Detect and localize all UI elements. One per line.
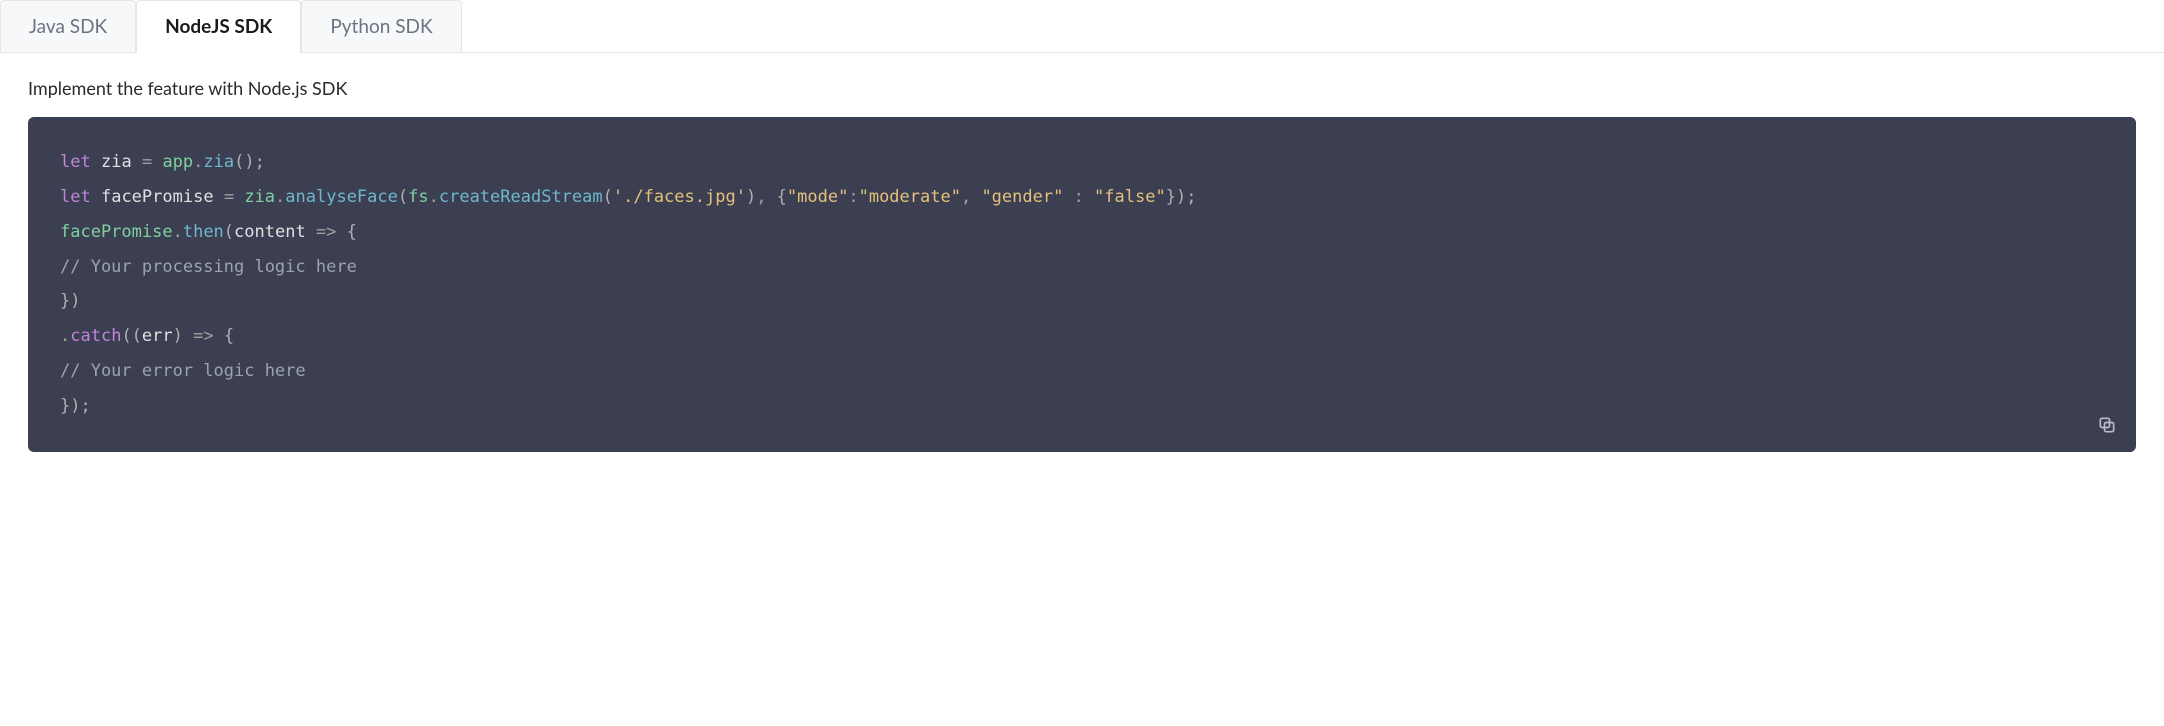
code-token: ); bbox=[1176, 187, 1196, 207]
code-token: => bbox=[183, 326, 224, 346]
code-token: . bbox=[173, 222, 183, 242]
code-token: ( bbox=[398, 187, 408, 207]
code-token: then bbox=[183, 222, 224, 242]
code-token: facePromise bbox=[101, 187, 214, 207]
code-token: zia bbox=[244, 187, 275, 207]
code-token: "moderate" bbox=[859, 187, 961, 207]
code-token: fs bbox=[408, 187, 428, 207]
tab-python-sdk[interactable]: Python SDK bbox=[301, 0, 461, 52]
code-token: (); bbox=[234, 152, 265, 172]
code-token: . bbox=[275, 187, 285, 207]
code-token: { bbox=[224, 326, 234, 346]
code-token: app bbox=[162, 152, 193, 172]
code-token: zia bbox=[101, 152, 132, 172]
code-token: } bbox=[1166, 187, 1176, 207]
code-token: . bbox=[193, 152, 203, 172]
code-token: ) bbox=[746, 187, 756, 207]
code-token: ( bbox=[224, 222, 234, 242]
code-token: => bbox=[306, 222, 347, 242]
code-token: './faces.jpg' bbox=[613, 187, 746, 207]
code-token: = bbox=[142, 152, 152, 172]
code-token: { bbox=[347, 222, 357, 242]
code-token: { bbox=[777, 187, 787, 207]
code-pre: let zia = app.zia(); let facePromise = z… bbox=[60, 145, 2104, 424]
code-token: err bbox=[142, 326, 173, 346]
code-token: , bbox=[961, 187, 981, 207]
code-token: ( bbox=[603, 187, 613, 207]
code-token: "mode" bbox=[787, 187, 848, 207]
code-token: ) bbox=[173, 326, 183, 346]
code-token: analyseFace bbox=[285, 187, 398, 207]
code-token: // Your error logic here bbox=[60, 361, 306, 381]
code-token: "gender" bbox=[981, 187, 1063, 207]
code-token: zia bbox=[203, 152, 234, 172]
code-token: (( bbox=[121, 326, 141, 346]
tab-nodejs-sdk[interactable]: NodeJS SDK bbox=[136, 0, 301, 53]
code-token: . bbox=[60, 326, 70, 346]
code-token: let bbox=[60, 152, 91, 172]
tab-java-sdk[interactable]: Java SDK bbox=[0, 0, 136, 52]
code-token: catch bbox=[70, 326, 121, 346]
code-token: // Your processing logic here bbox=[60, 257, 357, 277]
tab-content: Implement the feature with Node.js SDK l… bbox=[0, 53, 2164, 476]
code-token: . bbox=[429, 187, 439, 207]
code-token: : bbox=[1063, 187, 1094, 207]
code-token: }); bbox=[60, 396, 91, 416]
sdk-tabs: Java SDK NodeJS SDK Python SDK bbox=[0, 0, 2164, 53]
code-token: : bbox=[848, 187, 858, 207]
code-token: = bbox=[224, 187, 234, 207]
code-token: createReadStream bbox=[439, 187, 603, 207]
code-token: let bbox=[60, 187, 91, 207]
copy-icon[interactable] bbox=[2096, 414, 2118, 436]
code-token: facePromise bbox=[60, 222, 173, 242]
content-description: Implement the feature with Node.js SDK bbox=[28, 77, 2136, 99]
code-token: , bbox=[756, 187, 776, 207]
code-token: }) bbox=[60, 291, 80, 311]
code-block: let zia = app.zia(); let facePromise = z… bbox=[28, 117, 2136, 452]
code-token: content bbox=[234, 222, 306, 242]
code-token: "false" bbox=[1094, 187, 1166, 207]
